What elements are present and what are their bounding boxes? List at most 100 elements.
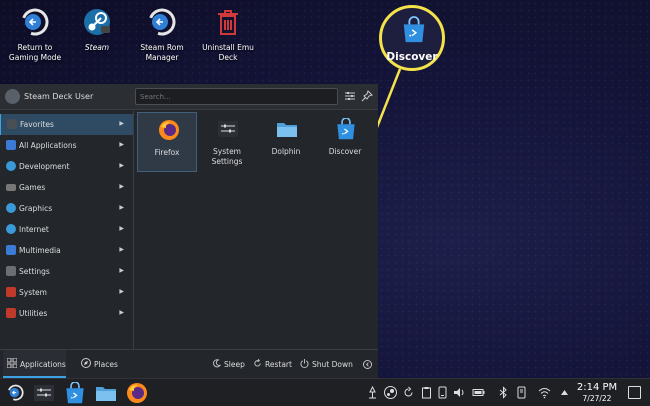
shut-down-button[interactable]: Shut Down: [300, 359, 353, 369]
storage-icon[interactable]: [515, 386, 528, 399]
app-label: Firefox: [154, 148, 180, 157]
sleep-button[interactable]: Sleep: [212, 359, 245, 369]
pin-icon[interactable]: [361, 90, 373, 102]
show-desktop-button[interactable]: [628, 386, 641, 399]
category-label: System: [19, 288, 47, 297]
category-label: Internet: [19, 225, 49, 234]
category-utilities[interactable]: Utilities ▶: [0, 303, 133, 324]
bluetooth-icon[interactable]: [497, 386, 510, 399]
taskbar: 2:14 PM 7/27/22: [0, 378, 650, 406]
search-input[interactable]: [135, 88, 338, 105]
tab-label: Applications: [20, 360, 66, 369]
category-label: Utilities: [19, 309, 48, 318]
category-settings[interactable]: Settings ▶: [0, 261, 133, 282]
callout-label: Discover: [386, 51, 438, 63]
app-label: System Settings: [211, 147, 243, 166]
graphics-icon: [6, 203, 16, 213]
category-graphics[interactable]: Graphics ▶: [0, 198, 133, 219]
category-favorites[interactable]: Favorites ▶: [0, 114, 133, 135]
category-games[interactable]: Games ▶: [0, 177, 133, 198]
app-discover[interactable]: Discover: [315, 112, 375, 172]
application-launcher: Steam Deck User Favorites ▶ All Applicat…: [0, 84, 378, 378]
shut-down-label: Shut Down: [312, 360, 353, 369]
chevron-right-icon: ▶: [119, 162, 124, 169]
chevron-up-icon[interactable]: [558, 386, 571, 399]
category-label: Favorites: [20, 120, 54, 129]
category-internet[interactable]: Internet ▶: [0, 219, 133, 240]
leave-icon[interactable]: [363, 360, 372, 369]
category-all-applications[interactable]: All Applications ▶: [0, 135, 133, 156]
avatar[interactable]: [5, 89, 20, 104]
discover-bag-icon: [402, 16, 426, 43]
settings-icon: [6, 266, 16, 276]
restart-icon: [254, 359, 261, 367]
tab-places[interactable]: Places: [78, 350, 128, 378]
device-icon[interactable]: [436, 386, 449, 399]
wifi-icon[interactable]: [538, 386, 551, 399]
network-manager-icon[interactable]: [366, 386, 379, 399]
app-label: Dolphin: [271, 147, 301, 156]
update-icon[interactable]: [402, 386, 415, 399]
all-applications-icon: [6, 140, 16, 150]
sleep-icon: [213, 359, 221, 368]
development-icon: [6, 161, 16, 171]
favorites-grid: Firefox System Settings Dolphin Discover: [135, 111, 378, 349]
favorites-icon: [7, 119, 17, 129]
app-system-settings[interactable]: System Settings: [197, 112, 257, 172]
multimedia-icon: [6, 245, 16, 255]
discover-bag-icon: [336, 118, 356, 140]
category-label: Settings: [19, 267, 50, 276]
system-icon: [6, 287, 16, 297]
app-dolphin[interactable]: Dolphin: [256, 112, 316, 172]
callout-discover: Discover: [379, 5, 445, 71]
steam-icon[interactable]: [384, 386, 397, 399]
games-icon: [6, 184, 16, 191]
discover-bag-icon[interactable]: [64, 382, 86, 404]
category-label: All Applications: [19, 141, 77, 150]
category-development[interactable]: Development ▶: [0, 156, 133, 177]
category-label: Graphics: [19, 204, 53, 213]
launcher-header: Steam Deck User: [0, 84, 378, 110]
tab-applications[interactable]: Applications: [3, 350, 66, 378]
tab-label: Places: [94, 360, 118, 369]
firefox-icon[interactable]: [126, 382, 148, 404]
category-system[interactable]: System ▶: [0, 282, 133, 303]
chevron-right-icon: ▶: [119, 225, 124, 232]
chevron-right-icon: ▶: [119, 120, 124, 127]
launcher-footer: Applications Places Sleep Restart Shut D…: [0, 349, 378, 378]
internet-icon: [6, 224, 16, 234]
chevron-right-icon: ▶: [119, 204, 124, 211]
power-icon: [300, 359, 309, 368]
chevron-right-icon: ▶: [119, 246, 124, 253]
user-name: Steam Deck User: [24, 92, 94, 101]
folder-icon[interactable]: [95, 382, 117, 404]
restart-button[interactable]: Restart: [253, 359, 292, 369]
volume-icon[interactable]: [453, 386, 466, 399]
settings-icon[interactable]: [33, 382, 55, 404]
chevron-right-icon: ▶: [119, 183, 124, 190]
utilities-icon: [6, 308, 16, 318]
chevron-right-icon: ▶: [119, 288, 124, 295]
chevron-right-icon: ▶: [119, 141, 124, 148]
restart-label: Restart: [265, 360, 292, 369]
category-label: Multimedia: [19, 246, 61, 255]
category-label: Development: [19, 162, 70, 171]
app-label: Discover: [328, 147, 362, 156]
app-firefox[interactable]: Firefox: [137, 112, 197, 172]
configure-icon[interactable]: [344, 90, 356, 102]
chevron-right-icon: ▶: [119, 267, 124, 274]
sleep-label: Sleep: [224, 360, 245, 369]
chevron-right-icon: ▶: [119, 309, 124, 316]
clock-date: 7/27/22: [582, 394, 612, 403]
launcher-menu-icon[interactable]: [5, 382, 27, 404]
applications-icon: [7, 358, 17, 368]
digital-clock[interactable]: 2:14 PM 7/27/22: [571, 381, 623, 404]
category-list: Favorites ▶ All Applications ▶ Developme…: [0, 111, 134, 349]
clock-time: 2:14 PM: [576, 382, 618, 393]
clipboard-icon[interactable]: [420, 386, 433, 399]
keyboard-icon[interactable]: [480, 386, 493, 399]
folder-icon: [277, 123, 297, 137]
compass-icon: [81, 358, 91, 368]
category-multimedia[interactable]: Multimedia ▶: [0, 240, 133, 261]
settings-icon: [218, 121, 238, 137]
